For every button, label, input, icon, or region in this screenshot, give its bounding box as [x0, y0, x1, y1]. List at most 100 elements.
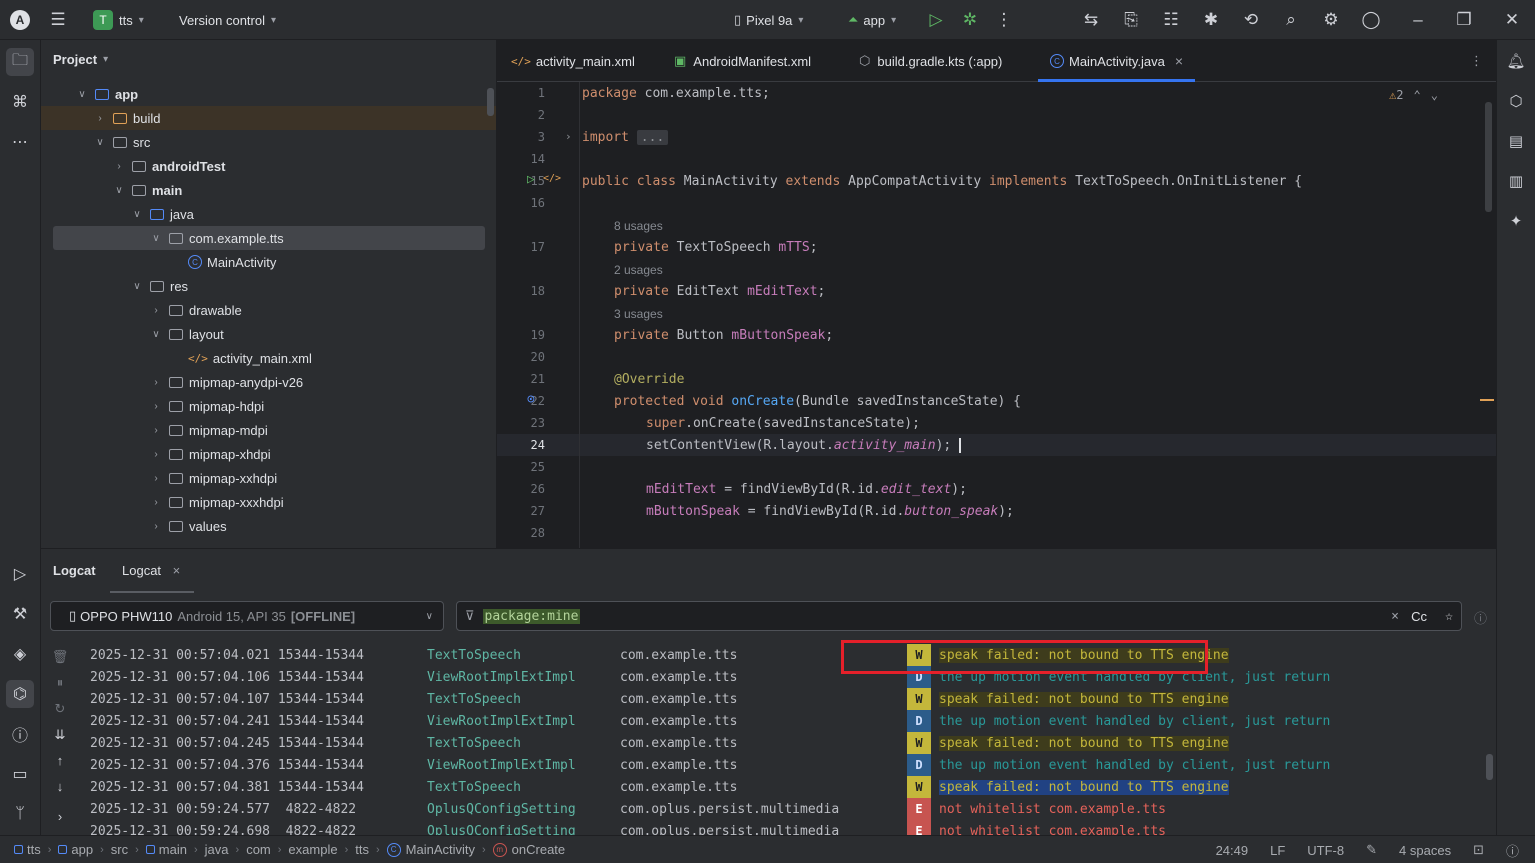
tree-item-mipmap-xhdpi[interactable]: › mipmap-xhdpi: [41, 442, 496, 466]
usages-hint[interactable]: 3 usages: [614, 307, 663, 321]
log-row[interactable]: 2025-12-31 00:57:04.245 15344-15344 Text…: [90, 732, 1490, 754]
collapse-arrow-icon[interactable]: ›: [149, 401, 163, 412]
tree-item-values[interactable]: › values: [41, 514, 496, 538]
project-folder-icon[interactable]: 🗀: [6, 48, 34, 76]
xml-gutter-icon[interactable]: </>: [543, 173, 561, 184]
close-tab-icon[interactable]: ×: [1175, 53, 1183, 69]
expand-arrow-icon[interactable]: ∨: [75, 89, 89, 100]
log-row[interactable]: 2025-12-31 00:59:24.577 4822-4822 OplusQ…: [90, 798, 1490, 820]
collapse-arrow-icon[interactable]: ›: [149, 473, 163, 484]
tree-item-package[interactable]: ∨ com.example.tts: [53, 226, 485, 250]
logcat-tab[interactable]: Logcat ×: [122, 563, 180, 578]
tab-activity-main-xml[interactable]: </> activity_main.xml: [511, 40, 635, 82]
tree-item-androidtest[interactable]: › androidTest: [41, 154, 496, 178]
indent-setting[interactable]: 4 spaces: [1399, 843, 1451, 858]
memory-indicator-icon[interactable]: ⓘ: [1506, 841, 1519, 860]
expand-arrow-icon[interactable]: ∨: [130, 209, 144, 220]
device-dropdown[interactable]: ▯ OPPO PHW110 Android 15, API 35 [OFFLIN…: [50, 601, 444, 631]
log-row[interactable]: 2025-12-31 00:59:24.698 4822-4822 OplusQ…: [90, 820, 1490, 835]
folded-imports[interactable]: ...: [636, 130, 669, 145]
unlock-icon[interactable]: ⊡: [1473, 842, 1484, 858]
breadcrumb-item[interactable]: com: [246, 842, 271, 857]
collapse-arrow-icon[interactable]: ›: [149, 377, 163, 388]
tree-item-activity-main-xml[interactable]: </> activity_main.xml: [41, 346, 496, 370]
collapse-arrow-icon[interactable]: ›: [149, 449, 163, 460]
expand-arrow-icon[interactable]: ∨: [149, 233, 163, 244]
tree-item-src[interactable]: ∨ src: [41, 130, 496, 154]
run-icon[interactable]: ▷: [924, 8, 948, 32]
tree-item-mipmap-mdpi[interactable]: › mipmap-mdpi: [41, 418, 496, 442]
collapse-arrow-icon[interactable]: ›: [149, 305, 163, 316]
pause-icon[interactable]: ⏸︎: [49, 675, 71, 691]
tab-options-icon[interactable]: ⋮: [1470, 40, 1483, 82]
clear-filter-icon[interactable]: ×: [1391, 609, 1399, 624]
structure-icon[interactable]: ☷: [1159, 8, 1183, 32]
close-tab-icon[interactable]: ×: [173, 563, 181, 578]
up-icon[interactable]: ↑: [49, 753, 71, 768]
debug-icon[interactable]: ✲: [958, 8, 982, 32]
git-icon[interactable]: ᛘ: [6, 800, 34, 828]
more-tools-icon[interactable]: ⋯: [6, 128, 34, 156]
previous-highlight-icon[interactable]: ⌃: [1414, 88, 1421, 102]
tree-item-app[interactable]: ∨ app: [41, 82, 496, 106]
help-icon[interactable]: ⓘ: [1474, 608, 1487, 627]
breadcrumb-item[interactable]: java: [205, 842, 229, 857]
run-gutter-icon[interactable]: ▷: [527, 172, 535, 187]
tree-item-mipmap-xxhdpi[interactable]: › mipmap-xxhdpi: [41, 466, 496, 490]
version-control-menu[interactable]: Version control ▾: [179, 0, 276, 40]
gemini-icon[interactable]: ✦: [1503, 208, 1529, 234]
close-icon[interactable]: ✕: [1500, 8, 1524, 32]
expand-arrow-icon[interactable]: ∨: [130, 281, 144, 292]
line-separator[interactable]: LF: [1270, 843, 1285, 858]
restart-icon[interactable]: ↻: [49, 701, 71, 717]
minimize-icon[interactable]: –: [1406, 8, 1430, 32]
settings-icon[interactable]: ⚙: [1319, 8, 1343, 32]
gradle-icon[interactable]: ⬡: [1503, 88, 1529, 114]
tab-android-manifest[interactable]: ▣ AndroidManifest.xml: [674, 40, 811, 82]
build-tool-icon[interactable]: ⚒: [6, 600, 34, 628]
bug-icon[interactable]: ✱: [1199, 8, 1223, 32]
apply-changes-icon[interactable]: ⇆: [1079, 8, 1103, 32]
match-case-toggle[interactable]: Cc: [1411, 609, 1427, 624]
notifications-icon[interactable]: 🔔︎: [1503, 48, 1529, 74]
expand-arrow-icon[interactable]: ∨: [149, 329, 163, 340]
device-selector[interactable]: ▯ Pixel 9a ▾: [734, 0, 803, 40]
running-devices-icon[interactable]: ▥: [1503, 168, 1529, 194]
more-actions-icon[interactable]: ⋮: [992, 8, 1016, 32]
usages-hint[interactable]: 2 usages: [614, 263, 663, 277]
log-row[interactable]: 2025-12-31 00:57:04.241 15344-15344 View…: [90, 710, 1490, 732]
project-scrollbar[interactable]: [487, 88, 494, 116]
run-tool-icon[interactable]: ▷: [6, 560, 34, 588]
log-row[interactable]: 2025-12-31 00:57:04.376 15344-15344 View…: [90, 754, 1490, 776]
usages-hint[interactable]: 8 usages: [614, 219, 663, 233]
android-studio-logo-icon[interactable]: A: [8, 8, 32, 32]
breadcrumb-item[interactable]: example: [288, 842, 337, 857]
restore-icon[interactable]: ❐: [1452, 8, 1476, 32]
collapse-arrow-icon[interactable]: ›: [149, 425, 163, 436]
inspection-widget[interactable]: ⚠2 ⌃ ⌄: [1389, 88, 1438, 102]
logcat-filter-input[interactable]: ⊽ package:mine × Cc ☆: [456, 601, 1462, 631]
breadcrumb-item[interactable]: app: [71, 842, 93, 857]
next-highlight-icon[interactable]: ⌄: [1431, 88, 1438, 102]
tree-item-build[interactable]: › build: [41, 106, 496, 130]
cursor-position[interactable]: 24:49: [1216, 843, 1249, 858]
app-quality-icon[interactable]: ◈: [6, 640, 34, 668]
breadcrumb-item[interactable]: onCreate: [512, 842, 565, 857]
code-style-icon[interactable]: ✎: [1366, 842, 1377, 858]
collapse-arrow-icon[interactable]: ›: [149, 497, 163, 508]
run-config-selector[interactable]: ⏶ app ▾: [848, 0, 896, 40]
editor-scrollbar[interactable]: [1485, 102, 1492, 212]
tree-item-layout[interactable]: ∨ layout: [41, 322, 496, 346]
breadcrumb-item[interactable]: main: [159, 842, 187, 857]
logcat-scrollbar[interactable]: [1486, 754, 1493, 780]
clear-logcat-icon[interactable]: 🗑︎: [49, 649, 71, 665]
warning-stripe-mark[interactable]: [1480, 399, 1494, 401]
log-row[interactable]: 2025-12-31 00:57:04.021 15344-15344 Text…: [90, 644, 1490, 666]
breadcrumb-item[interactable]: src: [111, 842, 128, 857]
translate-icon[interactable]: ⎘: [1119, 8, 1143, 32]
override-gutter-icon[interactable]: ⊙: [527, 392, 535, 407]
expand-more-icon[interactable]: ›: [49, 809, 71, 824]
terminal-icon[interactable]: ▭: [6, 760, 34, 788]
log-row[interactable]: 2025-12-31 00:57:04.381 15344-15344 Text…: [90, 776, 1490, 798]
project-selector[interactable]: T tts ▾: [93, 0, 144, 40]
